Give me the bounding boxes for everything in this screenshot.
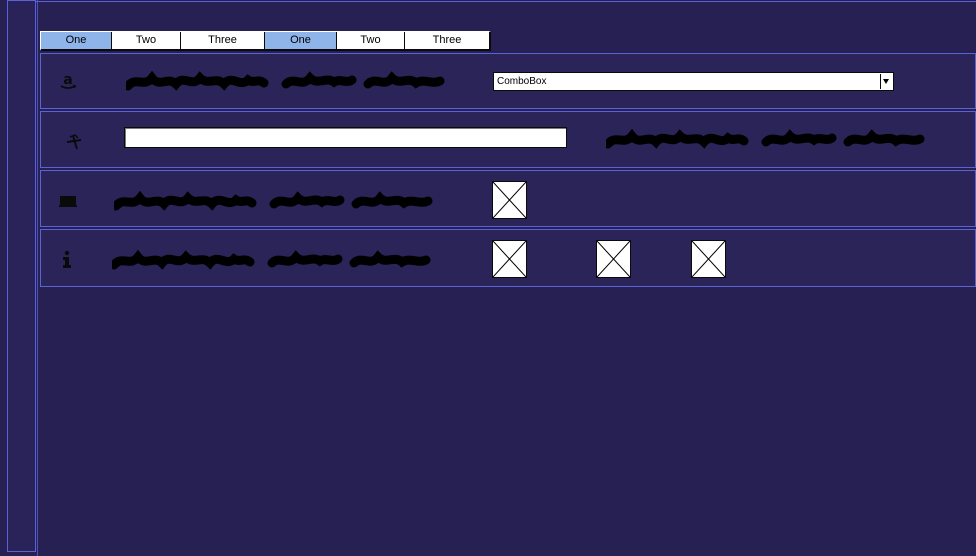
chevron-down-icon[interactable] bbox=[880, 74, 892, 89]
image-placeholder bbox=[691, 240, 726, 278]
image-placeholder bbox=[492, 181, 527, 219]
image-placeholder bbox=[596, 240, 631, 278]
info-icon bbox=[56, 249, 78, 271]
app-screen: One Two Three One Two Three a ComboBox bbox=[0, 0, 976, 556]
panel-divider bbox=[37, 0, 38, 556]
combobox-value: ComboBox bbox=[497, 76, 547, 87]
tab-two-2[interactable]: Two bbox=[337, 32, 405, 49]
text-input[interactable] bbox=[124, 127, 567, 148]
tab-three-1[interactable]: Three bbox=[181, 32, 265, 49]
tab-one-1[interactable]: One bbox=[41, 32, 112, 49]
svg-text:a: a bbox=[63, 72, 72, 88]
combobox[interactable]: ComboBox bbox=[493, 72, 894, 91]
amazon-icon: a bbox=[57, 70, 79, 92]
left-panel bbox=[7, 0, 36, 552]
pickaxe-icon bbox=[63, 131, 85, 153]
laptop-icon bbox=[57, 190, 79, 212]
tab-three-2[interactable]: Three bbox=[405, 32, 489, 49]
redacted-label bbox=[114, 190, 433, 211]
top-border bbox=[36, 1, 976, 2]
tab-one-2[interactable]: One bbox=[265, 32, 337, 49]
redacted-label bbox=[112, 249, 431, 270]
redacted-label bbox=[126, 70, 445, 91]
redacted-label bbox=[606, 128, 925, 149]
tab-bar: One Two Three One Two Three bbox=[40, 31, 491, 51]
tab-two-1[interactable]: Two bbox=[112, 32, 181, 49]
image-placeholder bbox=[492, 240, 527, 278]
